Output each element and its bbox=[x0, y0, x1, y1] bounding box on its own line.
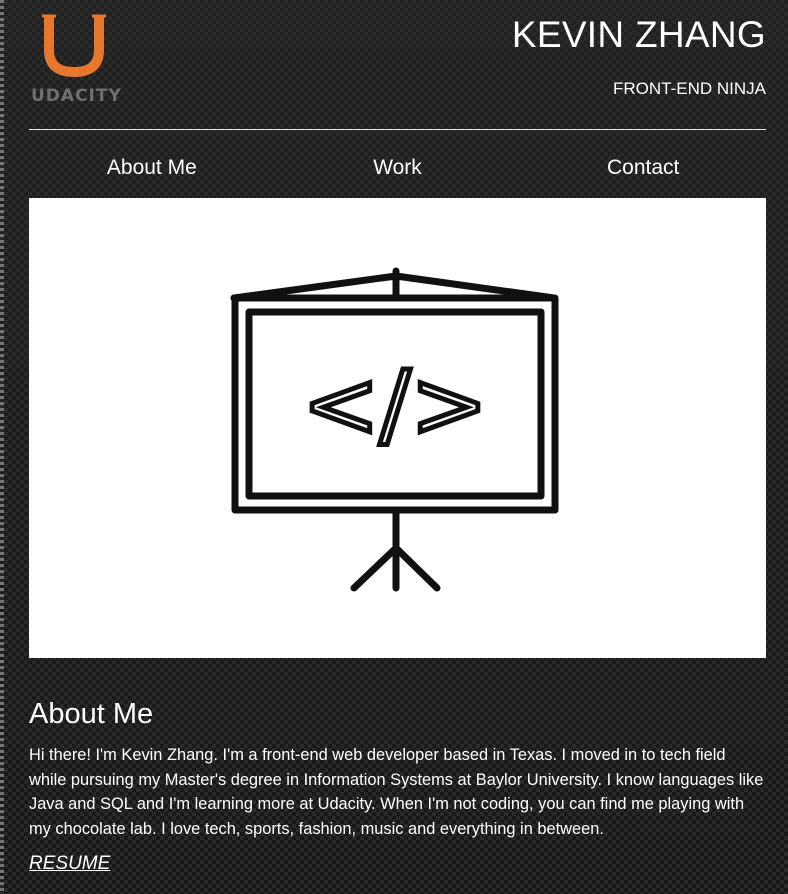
resume-link[interactable]: RESUME bbox=[29, 853, 110, 875]
nav-about-me-link[interactable]: About Me bbox=[29, 152, 275, 184]
hero-image: </> bbox=[29, 198, 766, 658]
page-edge-decoration bbox=[0, 0, 4, 894]
code-glyph: </> bbox=[302, 351, 487, 458]
nav-contact-link[interactable]: Contact bbox=[520, 152, 766, 184]
nav-work-link[interactable]: Work bbox=[275, 152, 521, 184]
main-nav: About Me Work Contact bbox=[29, 152, 766, 184]
header-divider bbox=[29, 129, 766, 130]
site-subtitle: FRONT-END NINJA bbox=[613, 79, 766, 98]
site-owner-name: KEVIN ZHANG bbox=[511, 14, 766, 55]
about-paragraph: Hi there! I'm Kevin Zhang. I'm a front-e… bbox=[29, 746, 764, 838]
presentation-code-icon: </> bbox=[230, 267, 559, 592]
udacity-logo[interactable]: UDACITY bbox=[28, 8, 128, 108]
about-heading: About Me bbox=[29, 698, 154, 730]
logo-text: UDACITY bbox=[31, 86, 122, 106]
udacity-u-icon bbox=[42, 14, 106, 78]
